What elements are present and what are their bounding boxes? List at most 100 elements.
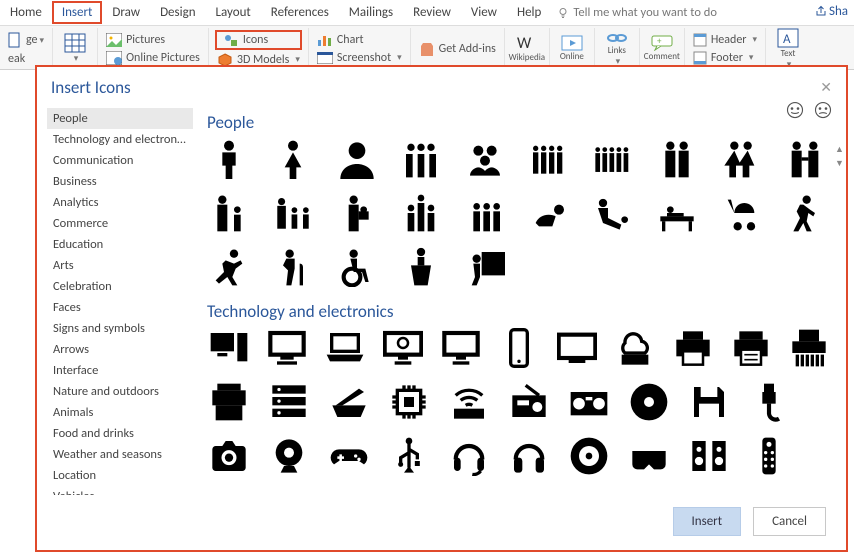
textbox-button[interactable]: AText [772, 28, 804, 70]
category-signs[interactable]: Signs and symbols [47, 318, 193, 339]
icon-wheelchair[interactable] [335, 247, 379, 287]
icon-group-small[interactable] [463, 139, 507, 179]
tab-references[interactable]: References [261, 1, 339, 24]
icon-scanner[interactable] [327, 382, 371, 422]
category-faces[interactable]: Faces [47, 297, 193, 318]
icon-stroller[interactable] [719, 193, 763, 233]
icon-server[interactable] [267, 382, 311, 422]
icon-tv[interactable] [555, 328, 599, 368]
icon-runner[interactable] [207, 247, 251, 287]
icon-shredder[interactable] [787, 328, 831, 368]
category-communication[interactable]: Communication [47, 150, 193, 171]
tab-help[interactable]: Help [507, 1, 551, 24]
category-education[interactable]: Education [47, 234, 193, 255]
icon-printer-2[interactable] [729, 328, 773, 368]
category-arts[interactable]: Arts [47, 255, 193, 276]
icon-radio[interactable] [507, 382, 551, 422]
icon-cpu-chip[interactable] [387, 382, 431, 422]
chart-button[interactable]: Chart [315, 32, 404, 48]
icon-monitor-wide[interactable] [381, 328, 425, 368]
wikipedia-button[interactable]: WWikipedia [511, 34, 543, 63]
links-button[interactable]: Links [601, 31, 633, 67]
tab-insert[interactable]: Insert [52, 1, 103, 24]
icon-parent-children[interactable] [271, 193, 315, 233]
insert-button[interactable]: Insert [673, 507, 742, 536]
icon-camera[interactable] [207, 436, 251, 476]
category-celebration[interactable]: Celebration [47, 276, 193, 297]
category-animals[interactable]: Animals [47, 402, 193, 423]
get-addins-button[interactable]: Get Add-ins [417, 41, 498, 57]
table-button[interactable] [59, 33, 91, 64]
category-nature[interactable]: Nature and outdoors [47, 381, 193, 402]
tab-view[interactable]: View [461, 1, 507, 24]
category-location[interactable]: Location [47, 465, 193, 486]
icon-baby-crawl[interactable] [527, 193, 571, 233]
category-technology[interactable]: Technology and electronics [47, 129, 193, 150]
icon-baby-carry[interactable] [335, 193, 379, 233]
cancel-button[interactable]: Cancel [753, 507, 826, 536]
tab-layout[interactable]: Layout [206, 1, 261, 24]
comment-button[interactable]: +Comment [646, 35, 678, 62]
icon-computer[interactable] [265, 328, 309, 368]
category-interface[interactable]: Interface [47, 360, 193, 381]
category-vehicles[interactable]: Vehicles [47, 486, 193, 495]
icon-group-three[interactable] [399, 139, 443, 179]
icon-gamepad[interactable] [327, 436, 371, 476]
icon-vr-headset[interactable] [627, 436, 671, 476]
icon-presenter[interactable] [463, 247, 507, 287]
icon-laptop[interactable] [323, 328, 367, 368]
icon-cd[interactable] [567, 436, 611, 476]
header-button[interactable]: Header [691, 32, 759, 48]
icon-monitor[interactable] [439, 328, 483, 368]
footer-button[interactable]: Footer [691, 50, 759, 66]
icon-smartphone[interactable] [497, 328, 541, 368]
category-people[interactable]: People [47, 108, 193, 129]
icon-podium[interactable] [399, 247, 443, 287]
close-button[interactable]: ✕ [820, 79, 832, 96]
icon-family-four[interactable] [527, 139, 571, 179]
online-video-button[interactable]: Online [556, 35, 588, 62]
category-weather[interactable]: Weather and seasons [47, 444, 193, 465]
icon-cloud-sync[interactable] [613, 328, 657, 368]
icon-couple-hands[interactable] [783, 139, 827, 179]
icon-couple-male[interactable] [655, 139, 699, 179]
icon-usb-cable[interactable] [747, 382, 791, 422]
icon-children[interactable] [463, 193, 507, 233]
icon-desktop-pc[interactable] [207, 328, 251, 368]
icon-elder-cane[interactable] [271, 247, 315, 287]
tab-review[interactable]: Review [403, 1, 461, 24]
icon-walking[interactable] [783, 193, 827, 233]
share-button[interactable]: Sha [815, 4, 848, 19]
icon-headset[interactable] [447, 436, 491, 476]
icon-stereo[interactable] [567, 382, 611, 422]
icon-user-bust[interactable] [335, 139, 379, 179]
icon-webcam[interactable] [267, 436, 311, 476]
tab-mailings[interactable]: Mailings [339, 1, 403, 24]
icon-remote[interactable] [747, 436, 791, 476]
icon-disc[interactable] [627, 382, 671, 422]
icon-couple-female[interactable] [719, 139, 763, 179]
scroll-down-icon[interactable]: ▼ [833, 156, 846, 170]
icon-usb[interactable] [387, 436, 431, 476]
category-business[interactable]: Business [47, 171, 193, 192]
icon-diaper-change[interactable] [591, 193, 635, 233]
tab-design[interactable]: Design [150, 1, 205, 24]
category-arrows[interactable]: Arrows [47, 339, 193, 360]
icon-parent-child[interactable] [207, 193, 251, 233]
icon-person-man[interactable] [207, 139, 251, 179]
icon-headphones[interactable] [507, 436, 551, 476]
icon-team-three[interactable] [399, 193, 443, 233]
scroll-up-icon[interactable]: ▲ [833, 142, 846, 156]
icons-button[interactable]: Icons [215, 30, 302, 50]
online-pictures-button[interactable]: Online Pictures [104, 50, 202, 66]
icon-family-five[interactable] [591, 139, 635, 179]
category-food[interactable]: Food and drinks [47, 423, 193, 444]
pictures-button[interactable]: Pictures [104, 32, 202, 48]
tab-home[interactable]: Home [0, 1, 52, 24]
category-commerce[interactable]: Commerce [47, 213, 193, 234]
scrollbar[interactable]: ▲ ▼ [833, 142, 846, 435]
icon-copier[interactable] [207, 382, 251, 422]
icon-speakers[interactable] [687, 436, 731, 476]
icon-changing-table[interactable] [655, 193, 699, 233]
icon-wifi-router[interactable] [447, 382, 491, 422]
